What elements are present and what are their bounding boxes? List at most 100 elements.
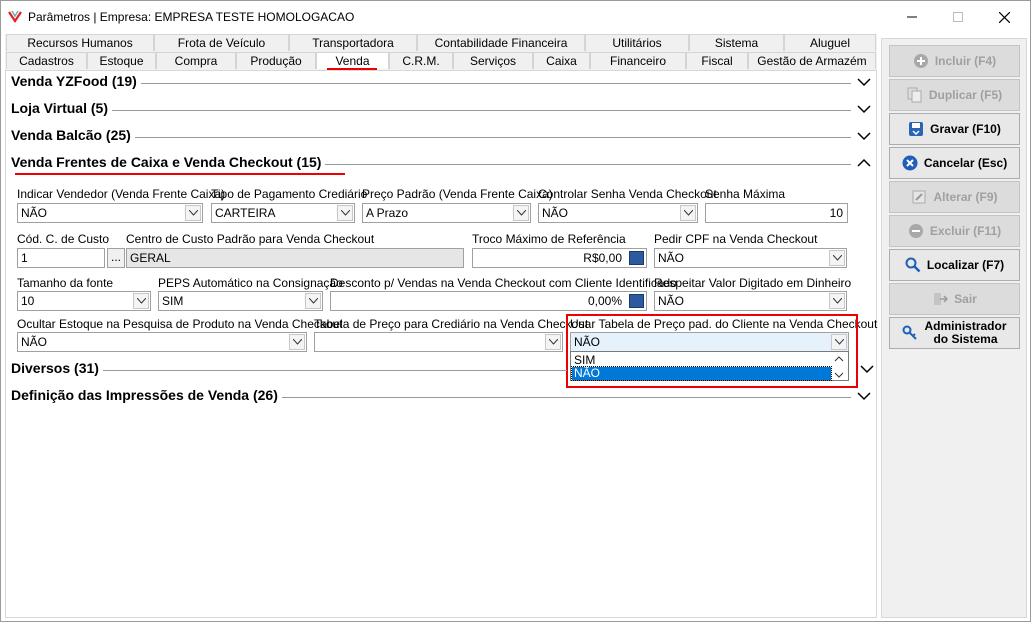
add-icon xyxy=(913,54,928,68)
sair-button[interactable]: Sair xyxy=(889,283,1020,315)
tab-cadastros[interactable]: Cadastros xyxy=(6,52,87,69)
cod-custo-label: Cód. C. de Custo xyxy=(17,232,110,246)
tamanho-fonte-select[interactable]: 10 xyxy=(17,291,151,311)
tab-strip: Recursos Humanos Frota de Veículo Transp… xyxy=(5,34,877,70)
peps-select[interactable]: SIM xyxy=(158,291,323,311)
maximize-icon xyxy=(953,12,963,22)
troco-maximo-input[interactable]: R$0,00 xyxy=(472,248,647,268)
button-label: Duplicar (F5) xyxy=(928,88,1003,102)
section-impressoes-venda[interactable]: Definição das Impressões de Venda (26) xyxy=(11,387,873,407)
section-venda-frentes-caixa[interactable]: Venda Frentes de Caixa e Venda Checkout … xyxy=(11,154,873,174)
administrador-button[interactable]: Administrador do Sistema xyxy=(889,317,1020,349)
select-value: A Prazo xyxy=(366,206,409,220)
gravar-button[interactable]: Gravar (F10) xyxy=(889,113,1020,145)
chevron-down-icon[interactable] xyxy=(513,205,529,221)
chevron-down-icon[interactable] xyxy=(289,334,305,350)
select-value: CARTEIRA xyxy=(215,206,276,220)
close-button[interactable] xyxy=(981,1,1027,33)
section-loja-virtual[interactable]: Loja Virtual (5) xyxy=(11,100,873,120)
cod-custo-lookup-button[interactable]: ... xyxy=(107,248,125,268)
delete-icon xyxy=(908,224,923,238)
minimize-button[interactable] xyxy=(889,1,935,33)
troco-maximo-label: Troco Máximo de Referência xyxy=(472,232,626,246)
section-title: Venda YZFood (19) xyxy=(11,73,141,89)
tipo-pagamento-select[interactable]: CARTEIRA xyxy=(211,203,355,223)
parametros-window: Parâmetros | Empresa: EMPRESA TESTE HOMO… xyxy=(0,0,1031,622)
window-title: Parâmetros | Empresa: EMPRESA TESTE HOMO… xyxy=(28,10,355,24)
save-icon xyxy=(909,122,924,136)
ocultar-estoque-label: Ocultar Estoque na Pesquisa de Produto n… xyxy=(17,317,343,331)
chevron-down-icon[interactable] xyxy=(857,102,871,116)
desconto-input[interactable]: 0,00% xyxy=(330,291,647,311)
excluir-button[interactable]: Excluir (F11) xyxy=(889,215,1020,247)
preco-padrao-select[interactable]: A Prazo xyxy=(362,203,531,223)
tab-crm[interactable]: C.R.M. xyxy=(389,52,453,69)
chevron-down-icon[interactable] xyxy=(133,293,149,309)
select-value: NÃO xyxy=(658,251,685,265)
chevron-up-icon[interactable] xyxy=(857,156,871,170)
localizar-button[interactable]: Localizar (F7) xyxy=(889,249,1020,281)
respeitar-valor-select[interactable]: NÃO xyxy=(654,291,847,311)
calculator-icon[interactable] xyxy=(629,294,644,308)
chevron-down-icon[interactable] xyxy=(857,75,871,89)
chevron-down-icon[interactable] xyxy=(829,250,845,266)
cancelar-button[interactable]: Cancelar (Esc) xyxy=(889,147,1020,179)
duplicar-button[interactable]: Duplicar (F5) xyxy=(889,79,1020,111)
search-icon xyxy=(905,257,921,273)
indicar-vendedor-label: Indicar Vendedor (Venda Frente Caixa) xyxy=(17,187,226,201)
indicar-vendedor-select[interactable]: NÃO xyxy=(17,203,203,223)
senha-maxima-input[interactable]: 10 xyxy=(705,203,848,223)
incluir-button[interactable]: Incluir (F4) xyxy=(889,45,1020,77)
section-venda-balcao[interactable]: Venda Balcão (25) xyxy=(11,127,873,147)
tab-gestao-armazem[interactable]: Gestão de Armazém xyxy=(748,52,876,69)
button-label: Gravar (F10) xyxy=(930,122,1001,136)
chevron-down-icon[interactable] xyxy=(305,293,321,309)
section-diversos[interactable]: Diversos (31) xyxy=(11,360,567,380)
chevron-down-icon[interactable] xyxy=(545,334,561,350)
tab-recursos-humanos[interactable]: Recursos Humanos xyxy=(6,34,154,51)
alterar-button[interactable]: Alterar (F9) xyxy=(889,181,1020,213)
calculator-icon[interactable] xyxy=(629,251,644,265)
tab-contabilidade-financeira[interactable]: Contabilidade Financeira xyxy=(417,34,585,51)
controlar-senha-select[interactable]: NÃO xyxy=(538,203,698,223)
section-venda-yzfood[interactable]: Venda YZFood (19) xyxy=(11,73,873,93)
pedir-cpf-label: Pedir CPF na Venda Checkout xyxy=(654,232,818,246)
tab-financeiro[interactable]: Financeiro xyxy=(590,52,686,69)
tabela-preco-crediario-label: Tabela de Preço para Crediário na Venda … xyxy=(314,317,589,331)
chevron-down-icon[interactable] xyxy=(860,362,874,376)
dropdown-annotation-box xyxy=(566,314,858,388)
chevron-down-icon[interactable] xyxy=(857,389,871,403)
tab-venda[interactable]: Venda xyxy=(316,52,389,69)
tab-transportadora[interactable]: Transportadora xyxy=(289,34,417,51)
chevron-down-icon[interactable] xyxy=(185,205,201,221)
ocultar-estoque-select[interactable]: NÃO xyxy=(17,332,307,352)
chevron-down-icon[interactable] xyxy=(680,205,696,221)
tab-utilitarios[interactable]: Utilitários xyxy=(585,34,689,51)
centro-custo-field: GERAL xyxy=(126,248,464,268)
chevron-down-icon[interactable] xyxy=(829,293,845,309)
tamanho-fonte-label: Tamanho da fonte xyxy=(17,276,114,290)
cod-custo-input[interactable]: 1 xyxy=(17,248,105,268)
input-value: 0,00% xyxy=(587,294,622,308)
select-value: NÃO xyxy=(21,206,48,220)
tab-estoque[interactable]: Estoque xyxy=(87,52,156,69)
button-label-line2: do Sistema xyxy=(933,332,998,346)
tab-producao[interactable]: Produção xyxy=(236,52,316,69)
senha-maxima-label: Senha Máxima xyxy=(705,187,786,201)
tab-frota-veiculo[interactable]: Frota de Veículo xyxy=(154,34,289,51)
pedir-cpf-select[interactable]: NÃO xyxy=(654,248,847,268)
select-value: SIM xyxy=(162,294,184,308)
tab-caixa[interactable]: Caixa xyxy=(533,52,590,69)
chevron-down-icon[interactable] xyxy=(857,129,871,143)
desconto-label: Desconto p/ Vendas na Venda Checkout com… xyxy=(330,276,677,290)
tab-servicos[interactable]: Serviços xyxy=(453,52,533,69)
tab-fiscal[interactable]: Fiscal xyxy=(686,52,748,69)
centro-custo-label: Centro de Custo Padrão para Venda Checko… xyxy=(126,232,375,246)
preco-padrao-label: Preço Padrão (Venda Frente Caixa) xyxy=(362,187,553,201)
tabela-preco-crediario-select[interactable] xyxy=(314,332,563,352)
tab-aluguel[interactable]: Aluguel xyxy=(784,34,876,51)
chevron-down-icon[interactable] xyxy=(337,205,353,221)
maximize-button[interactable] xyxy=(935,1,981,33)
tab-compra[interactable]: Compra xyxy=(156,52,236,69)
tab-sistema[interactable]: Sistema xyxy=(689,34,784,51)
